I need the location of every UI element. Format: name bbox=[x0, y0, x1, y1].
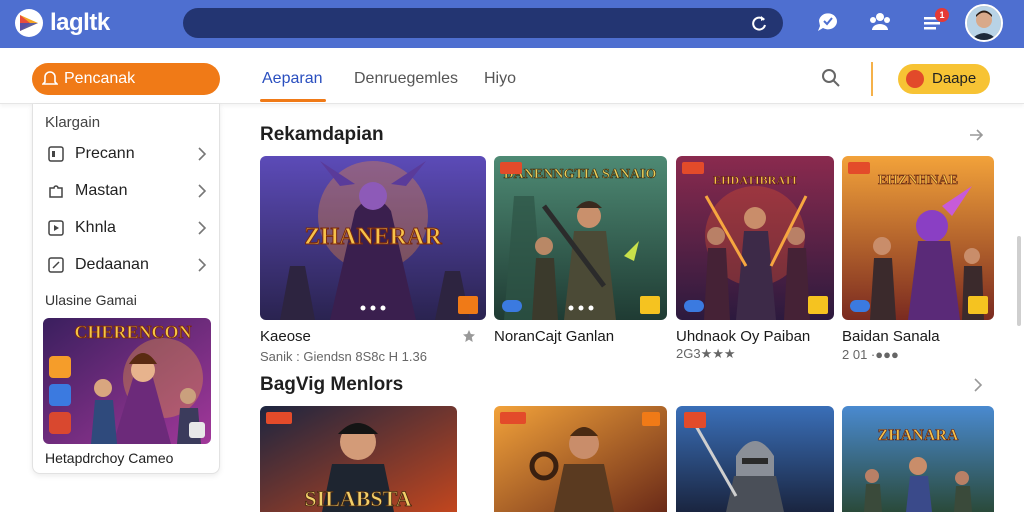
sidebar-subheading: Ulasine Gamai bbox=[45, 292, 137, 308]
scrollbar[interactable] bbox=[1017, 236, 1021, 326]
game-art-title: EHDATIBRATI bbox=[713, 173, 797, 187]
search-input[interactable] bbox=[183, 8, 783, 38]
featured-game-caption: Hetapdrchoy Cameo bbox=[45, 450, 174, 466]
game-title[interactable]: Baidan Sanala bbox=[842, 328, 940, 345]
sub-navigation-bar: Pencanak Aeparan Denruegemles Hiyo Daape bbox=[0, 48, 1024, 104]
section-title: BagVig Menlors bbox=[260, 374, 404, 395]
top-bar: lagltk 1 bbox=[0, 0, 1024, 48]
game-card[interactable]: DANENNGTIA SANAIO bbox=[494, 156, 667, 320]
game-card[interactable]: EHDATIBRATI bbox=[676, 156, 834, 320]
sidebar-item-label: Precann bbox=[75, 145, 135, 162]
game-card[interactable]: EHZNHNAE bbox=[842, 156, 994, 320]
notification-badge: 1 bbox=[935, 8, 949, 22]
chevron-right-icon bbox=[198, 147, 207, 161]
sidebar-item-khnla[interactable]: Khnla bbox=[33, 210, 221, 246]
avatar[interactable] bbox=[965, 4, 1003, 42]
edit-icon bbox=[48, 257, 64, 273]
star-icon[interactable] bbox=[463, 330, 475, 342]
tab-aeparan[interactable]: Aeparan bbox=[262, 70, 323, 88]
pill-button[interactable]: Daape bbox=[898, 64, 990, 94]
section-title: Rekamdapian bbox=[260, 124, 384, 145]
record-icon bbox=[906, 70, 924, 88]
chevron-right-icon bbox=[198, 258, 207, 272]
sidebar-item-label: Mastan bbox=[75, 182, 128, 199]
puzzle-icon bbox=[49, 185, 63, 198]
pill-button-label: Daape bbox=[932, 70, 977, 87]
brand-name: lagltk bbox=[50, 9, 110, 36]
game-title[interactable]: Kaeose bbox=[260, 328, 311, 345]
sidebar-item-label: Khnla bbox=[75, 219, 116, 236]
primary-action-label: Pencanak bbox=[64, 70, 136, 87]
pin-icon[interactable] bbox=[968, 127, 984, 143]
game-meta: Sanik : Giendsn 8S8c H 1.36 bbox=[260, 349, 427, 364]
chevron-right-icon bbox=[198, 184, 207, 198]
game-art-title: EHZNHNAE bbox=[878, 173, 958, 188]
featured-game-art-title: CHERENCON bbox=[74, 322, 191, 342]
featured-game-card[interactable]: CHERENCON bbox=[43, 318, 211, 444]
game-title[interactable]: Uhdnaok Oy Paiban bbox=[676, 328, 810, 345]
refresh-icon[interactable] bbox=[749, 13, 769, 33]
game-title[interactable]: NoranCajt Ganlan bbox=[494, 328, 614, 345]
game-art-title: ZHANERAR bbox=[304, 224, 442, 250]
tab-denruegemles[interactable]: Denruegemles bbox=[354, 70, 458, 88]
game-meta: 2 01 ·●●● bbox=[842, 347, 899, 362]
group-icon[interactable] bbox=[867, 9, 893, 35]
game-card[interactable] bbox=[676, 406, 834, 512]
game-meta: 2G3★★★ bbox=[676, 346, 736, 361]
chat-icon[interactable] bbox=[815, 9, 841, 35]
play-icon bbox=[48, 220, 64, 236]
game-art-title: ZHANARA bbox=[878, 427, 959, 444]
sidebar-heading: Klargain bbox=[45, 114, 101, 131]
sidebar-item-label: Dedaanan bbox=[75, 256, 149, 273]
chevron-right-icon bbox=[198, 221, 207, 235]
chevron-right-icon[interactable] bbox=[970, 377, 986, 393]
active-tab-indicator bbox=[260, 99, 326, 102]
primary-action-button[interactable]: Pencanak bbox=[32, 63, 220, 95]
game-card[interactable]: ZHANARA bbox=[842, 406, 994, 512]
sidebar-item-dedaanan[interactable]: Dedaanan bbox=[33, 247, 221, 283]
bell-icon bbox=[42, 71, 58, 85]
game-card[interactable] bbox=[494, 406, 667, 512]
divider bbox=[871, 62, 873, 96]
app-logo-icon[interactable] bbox=[14, 8, 44, 38]
search-icon[interactable] bbox=[820, 67, 842, 89]
sidebar-item-mastan[interactable]: Mastan bbox=[33, 173, 221, 209]
tab-hiyo[interactable]: Hiyo bbox=[484, 70, 516, 88]
game-art-title: SILABSTA bbox=[304, 486, 411, 511]
game-card[interactable]: ZHANERAR bbox=[260, 156, 486, 320]
square-icon bbox=[48, 146, 64, 162]
game-card[interactable]: SILABSTA bbox=[260, 406, 457, 512]
sidebar-item-precann[interactable]: Precann bbox=[33, 136, 221, 172]
sidebar: Klargain Precann Mastan Khnla Dedaanan U… bbox=[32, 104, 220, 474]
game-art-title: DANENNGTIA SANAIO bbox=[504, 167, 657, 182]
